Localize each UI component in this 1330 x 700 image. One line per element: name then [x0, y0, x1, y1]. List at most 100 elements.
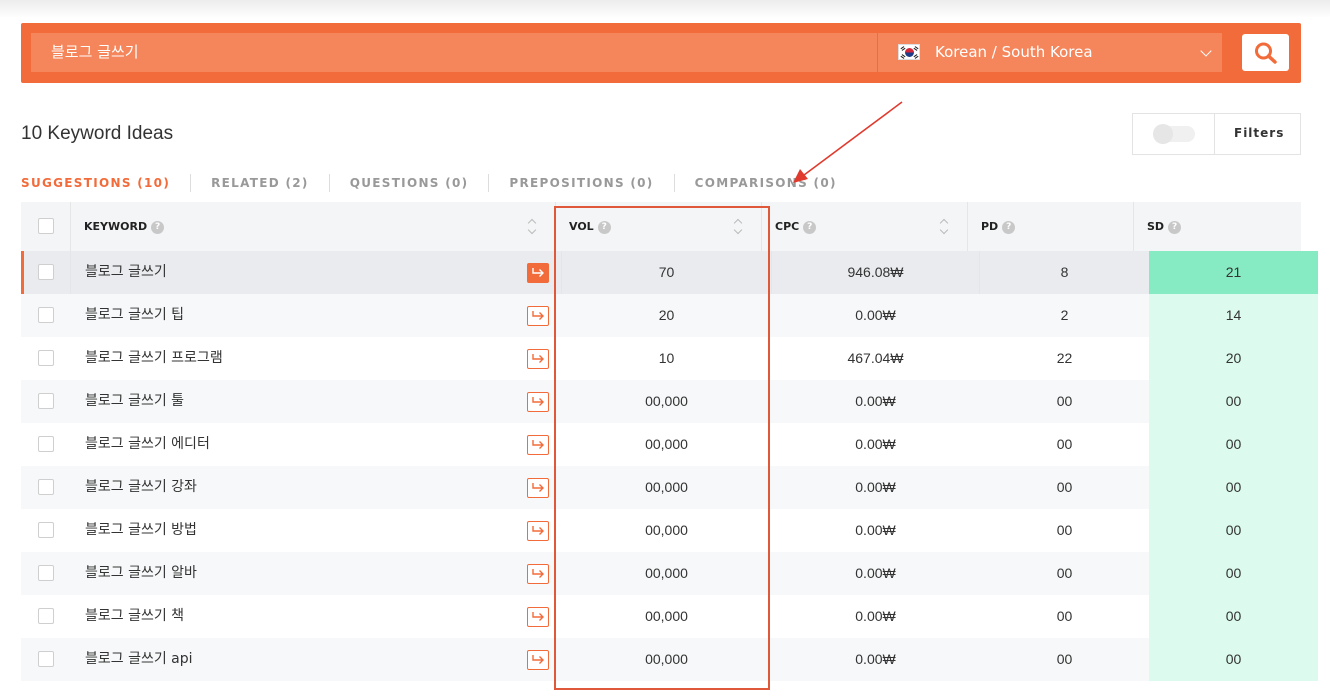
table-row[interactable]: 블로그 글쓰기 프로그램 10 467.04₩ 22 20	[21, 337, 1318, 380]
sort-icon[interactable]	[527, 218, 537, 236]
row-checkbox[interactable]	[38, 522, 54, 538]
arrow-right-icon[interactable]	[527, 349, 549, 369]
row-checkbox[interactable]	[38, 393, 54, 409]
keyword-link[interactable]: 블로그 글쓰기 프로그램	[85, 337, 223, 380]
pd-value: 00	[1056, 479, 1073, 495]
row-checkbox[interactable]	[38, 350, 54, 366]
table-row[interactable]: 블로그 글쓰기 책 00,000 0.00₩ 00 00	[21, 595, 1318, 638]
row-checkbox[interactable]	[38, 608, 54, 624]
table-row[interactable]: 블로그 글쓰기 에디터 00,000 0.00₩ 00 00	[21, 423, 1318, 466]
cpc-value: 0.00₩	[855, 393, 896, 409]
row-checkbox[interactable]	[38, 565, 54, 581]
pd-value: 00	[1056, 565, 1073, 581]
tab-suggestions[interactable]: SUGGESTIONS (10)	[21, 176, 170, 190]
tab-prepositions[interactable]: PREPOSITIONS (0)	[509, 176, 653, 190]
vol-value: 00,000	[645, 565, 688, 581]
column-header-keyword[interactable]: KEYWORD?	[84, 202, 165, 251]
sd-value: 00	[1225, 522, 1242, 538]
tab-comparisons[interactable]: COMPARISONS (0)	[695, 176, 837, 190]
question-mark-icon[interactable]: ?	[803, 221, 817, 234]
language-select[interactable]: Korean / South Korea	[878, 33, 1222, 72]
arrow-right-icon[interactable]	[527, 435, 549, 455]
keyword-link[interactable]: 블로그 글쓰기 책	[85, 595, 184, 638]
arrow-right-icon[interactable]	[527, 263, 549, 283]
pd-value: 00	[1056, 436, 1073, 452]
cpc-value: 0.00₩	[855, 522, 896, 538]
sd-badge: 21	[1149, 251, 1318, 294]
column-label: KEYWORD	[84, 220, 148, 233]
cpc-value: 0.00₩	[855, 608, 896, 624]
arrow-right-icon[interactable]	[527, 521, 549, 541]
column-header-pd[interactable]: PD?	[981, 202, 1016, 251]
row-checkbox[interactable]	[38, 307, 54, 323]
keyword-link[interactable]: 블로그 글쓰기 에디터	[85, 423, 210, 466]
sd-badge: 00	[1149, 595, 1318, 638]
arrow-right-icon[interactable]	[527, 392, 549, 412]
search-button[interactable]	[1242, 34, 1289, 71]
column-divider	[555, 202, 556, 251]
table-row[interactable]: 블로그 글쓰기 강좌 00,000 0.00₩ 00 00	[21, 466, 1318, 509]
filters-button[interactable]: Filters	[1234, 126, 1284, 140]
cpc-value: 0.00₩	[855, 479, 896, 495]
question-mark-icon[interactable]: ?	[597, 221, 611, 234]
tab-related[interactable]: RELATED (2)	[211, 176, 309, 190]
south-korea-flag-icon	[898, 44, 920, 60]
keyword-link[interactable]: 블로그 글쓰기 방법	[85, 509, 197, 552]
column-header-cpc[interactable]: CPC?	[775, 202, 817, 251]
row-checkbox[interactable]	[38, 651, 54, 667]
sd-value: 00	[1225, 651, 1242, 667]
tab-divider	[488, 174, 490, 192]
vol-value: 70	[658, 264, 675, 280]
arrow-right-icon[interactable]	[527, 564, 549, 584]
table-row[interactable]: 블로그 글쓰기 팁 20 0.00₩ 2 14	[21, 294, 1318, 337]
arrow-right-icon[interactable]	[527, 478, 549, 498]
table-row[interactable]: 블로그 글쓰기 툴 00,000 0.00₩ 00 00	[21, 380, 1318, 423]
arrow-right-icon[interactable]	[527, 306, 549, 326]
keyword-link[interactable]: 블로그 글쓰기	[85, 251, 167, 294]
keyword-link[interactable]: 블로그 글쓰기 툴	[85, 380, 184, 423]
row-checkbox[interactable]	[38, 264, 54, 280]
table-row[interactable]: 블로그 글쓰기 방법 00,000 0.00₩ 00 00	[21, 509, 1318, 552]
filter-toggle[interactable]	[1153, 124, 1195, 144]
table-row[interactable]: 블로그 글쓰기 70 946.08₩ 8 21	[21, 251, 1318, 294]
pd-value: 00	[1056, 522, 1073, 538]
sd-value: 00	[1225, 436, 1242, 452]
column-header-vol[interactable]: VOL?	[569, 202, 611, 251]
search-input[interactable]	[31, 33, 877, 72]
row-checkbox[interactable]	[38, 479, 54, 495]
table-row[interactable]: 블로그 글쓰기 알바 00,000 0.00₩ 00 00	[21, 552, 1318, 595]
select-all-checkbox[interactable]	[38, 218, 54, 234]
tab-questions[interactable]: QUESTIONS (0)	[350, 176, 469, 190]
question-mark-icon[interactable]: ?	[151, 221, 165, 234]
question-mark-icon[interactable]: ?	[1168, 221, 1182, 234]
table-row[interactable]: 블로그 글쓰기 api 00,000 0.00₩ 00 00	[21, 638, 1318, 681]
vol-value: 00,000	[645, 393, 688, 409]
cpc-value: 946.08₩	[847, 264, 904, 280]
sort-icon[interactable]	[733, 218, 743, 236]
vol-value: 00,000	[645, 479, 688, 495]
keyword-link[interactable]: 블로그 글쓰기 api	[85, 638, 193, 681]
pd-value: 8	[1060, 264, 1069, 280]
row-checkbox[interactable]	[38, 436, 54, 452]
search-bar: Korean / South Korea	[21, 23, 1301, 83]
divider	[1214, 114, 1215, 154]
cpc-value: 0.00₩	[855, 651, 896, 667]
column-header-sd[interactable]: SD?	[1147, 202, 1182, 251]
cell-divider	[70, 251, 71, 294]
sd-badge: 14	[1149, 294, 1318, 337]
column-label: SD	[1147, 220, 1165, 233]
cpc-value: 0.00₩	[855, 565, 896, 581]
vol-value: 20	[658, 307, 675, 323]
keyword-link[interactable]: 블로그 글쓰기 강좌	[85, 466, 197, 509]
sd-value: 20	[1225, 350, 1242, 366]
keyword-link[interactable]: 블로그 글쓰기 팁	[85, 294, 184, 337]
sort-icon[interactable]	[939, 218, 949, 236]
sd-value: 00	[1225, 565, 1242, 581]
sd-badge: 00	[1149, 466, 1318, 509]
question-mark-icon[interactable]: ?	[1002, 221, 1016, 234]
column-divider	[1133, 202, 1134, 251]
keyword-link[interactable]: 블로그 글쓰기 알바	[85, 552, 197, 595]
column-divider	[761, 202, 762, 251]
arrow-right-icon[interactable]	[527, 650, 549, 670]
arrow-right-icon[interactable]	[527, 607, 549, 627]
